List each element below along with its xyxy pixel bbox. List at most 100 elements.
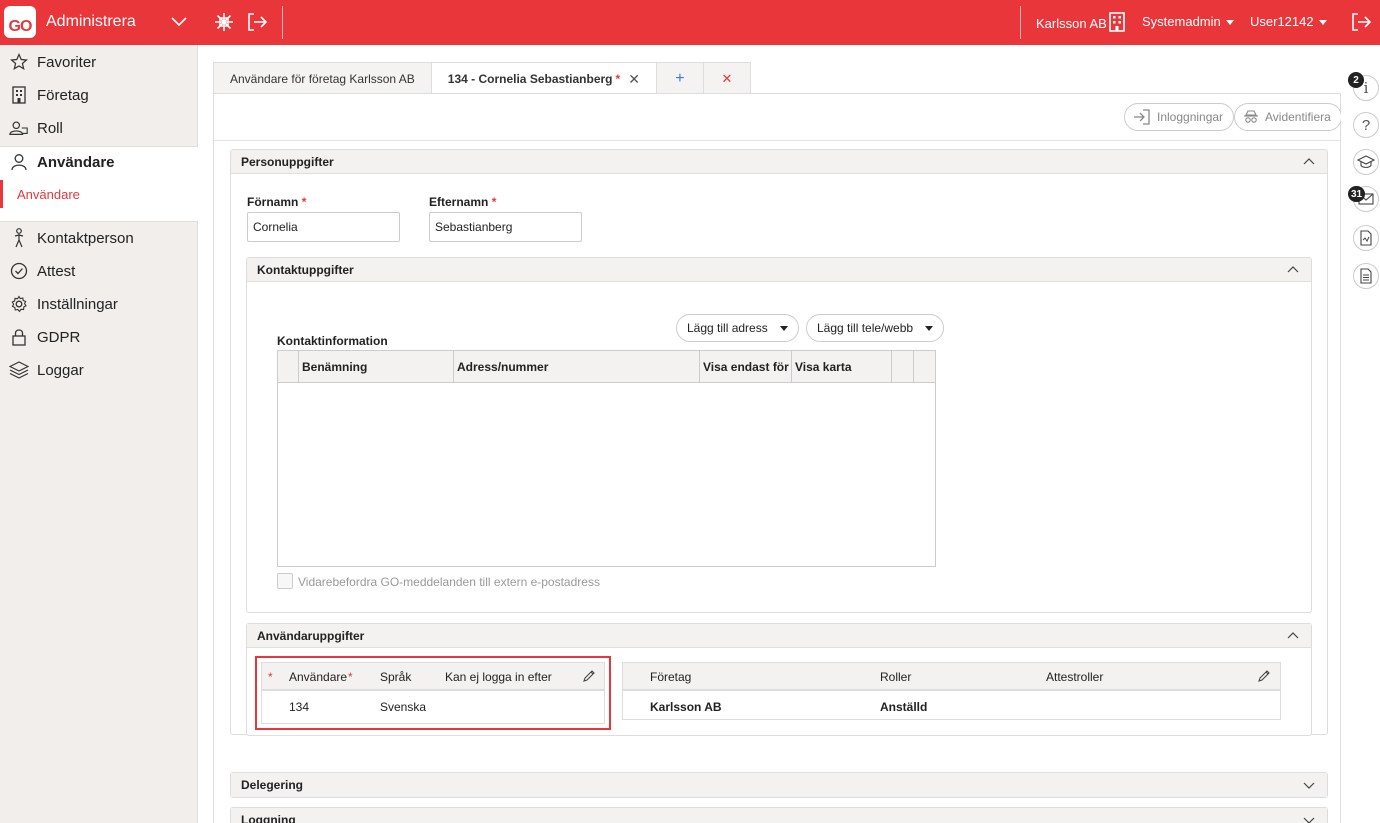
forward-messages-label: Vidarebefordra GO-meddelanden till exter…	[298, 575, 600, 589]
sidebar-item-installningar[interactable]: Inställningar	[0, 289, 198, 319]
app-title[interactable]: Administrera	[46, 13, 136, 31]
logout-icon[interactable]	[1350, 12, 1372, 32]
snowflake-icon[interactable]	[214, 12, 234, 32]
anonymize-label: Avidentifiera	[1265, 110, 1331, 124]
pencil-icon[interactable]	[582, 669, 596, 683]
add-phone-label: Lägg till tele/webb	[817, 321, 914, 335]
user-id-cell: 134	[289, 700, 310, 714]
building-icon[interactable]	[1108, 12, 1126, 32]
sidebar-item-anvandare[interactable]: Användare	[0, 147, 198, 177]
sidebar-item-attest[interactable]: Attest	[0, 256, 198, 286]
section-header-user-details[interactable]: Användaruppgifter	[247, 624, 1311, 648]
section-delegation[interactable]: Delegering	[230, 772, 1328, 798]
column-header[interactable]: Företag	[650, 670, 691, 684]
sidebar-item-label: Roll	[37, 119, 63, 137]
person-icon	[9, 228, 29, 248]
messages-badge: 31	[1348, 186, 1366, 202]
sidebar-item-gdpr[interactable]: GDPR	[0, 322, 198, 352]
caret-down-icon	[1225, 20, 1234, 26]
user-label: User12142	[1250, 14, 1314, 29]
tab-label: 134 - Cornelia Sebastianberg	[447, 72, 613, 86]
add-phone-button[interactable]: Lägg till tele/webb	[806, 314, 945, 342]
logins-button[interactable]: Inloggningar	[1124, 103, 1235, 131]
column-header[interactable]: Språk	[380, 670, 411, 684]
sign-out-icon[interactable]	[246, 12, 268, 32]
section-title: Delegering	[241, 778, 304, 792]
tab-user-detail[interactable]: 134 - Cornelia Sebastianberg * ✕	[430, 62, 657, 95]
section-header-personal[interactable]: Personuppgifter	[231, 150, 1327, 174]
chevron-down-icon[interactable]	[1303, 814, 1315, 823]
close-tab-icon[interactable]: ✕	[628, 71, 640, 88]
label-text: Efternamn	[429, 195, 489, 209]
sidebar-item-loggar[interactable]: Loggar	[0, 355, 198, 385]
close-all-tabs-button[interactable]: ✕	[702, 62, 751, 94]
user-table: * Användare * Språk Kan ej logga in efte…	[261, 662, 605, 724]
question-icon: ?	[1361, 116, 1371, 134]
lastname-label: Efternamn *	[429, 195, 496, 209]
info-badge: 2	[1348, 72, 1364, 88]
column-header[interactable]: Attestroller	[1046, 670, 1103, 684]
lastname-field[interactable]: Sebastianberg	[429, 212, 582, 242]
sidebar-item-label: Favoriter	[37, 53, 97, 71]
caret-down-icon	[925, 325, 934, 331]
spy-icon	[1244, 110, 1258, 123]
add-address-button[interactable]: Lägg till adress	[676, 314, 799, 342]
section-header-delegation[interactable]: Delegering	[231, 773, 1327, 797]
pencil-icon[interactable]	[1257, 669, 1271, 683]
required-mark: *	[615, 72, 621, 86]
chevron-down-icon[interactable]	[170, 12, 188, 30]
sidebar-item-roll[interactable]: Roll	[0, 113, 198, 143]
sidebar-subitem-anvandare[interactable]: Användare	[0, 180, 198, 208]
required-mark: *	[301, 195, 307, 209]
table-row[interactable]: Karlsson AB Anställd	[623, 693, 1280, 719]
tab-users-company[interactable]: Användare för företag Karlsson AB	[213, 62, 432, 94]
sidebar-item-kontaktperson[interactable]: Kontaktperson	[0, 223, 198, 253]
contact-info-label: Kontaktinformation	[277, 334, 388, 348]
column-header[interactable]: Visa endast för ...	[699, 351, 791, 383]
chevron-up-icon[interactable]	[1303, 156, 1315, 168]
add-tab-button[interactable]: +	[655, 62, 704, 94]
role-dropdown[interactable]: Systemadmin	[1142, 14, 1234, 29]
column-header[interactable]: Adress/nummer	[453, 351, 699, 383]
column-header[interactable]: Kan ej logga in efter	[445, 670, 552, 684]
info-icon: i	[1363, 79, 1369, 97]
documents-button[interactable]	[1353, 263, 1379, 289]
anonymize-button[interactable]: Avidentifiera	[1234, 103, 1342, 131]
go-logo[interactable]: GO	[4, 6, 36, 38]
signed-docs-button[interactable]	[1353, 225, 1379, 251]
academy-button[interactable]	[1353, 149, 1379, 175]
forward-messages-checkbox[interactable]	[277, 573, 293, 589]
chevron-up-icon[interactable]	[1287, 630, 1299, 642]
column-header-empty	[913, 351, 935, 383]
user-dropdown[interactable]: User12142	[1250, 14, 1327, 29]
column-header[interactable]: Användare	[289, 670, 347, 684]
firstname-field[interactable]: Cornelia	[247, 212, 400, 242]
column-header[interactable]: Benämning	[298, 351, 453, 383]
close-icon: ✕	[721, 70, 733, 86]
main-panel: Inloggningar Avidentifiera Personuppgift…	[213, 93, 1342, 823]
section-header-contact[interactable]: Kontaktuppgifter	[247, 258, 1311, 282]
section-logging[interactable]: Loggning	[230, 807, 1328, 823]
sidebar-item-foretag[interactable]: Företag	[0, 80, 198, 110]
lock-icon	[9, 327, 29, 347]
user-table-header: * Användare * Språk Kan ej logga in efte…	[262, 663, 604, 691]
sidebar-item-favoriter[interactable]: Favoriter	[0, 47, 198, 77]
logins-label: Inloggningar	[1157, 110, 1224, 124]
role-label: Systemadmin	[1142, 14, 1221, 29]
table-row[interactable]: 134 Svenska	[262, 693, 604, 721]
column-header-empty	[891, 351, 913, 383]
sign-in-icon	[1134, 109, 1150, 125]
chevron-down-icon[interactable]	[1303, 779, 1315, 791]
section-title: Personuppgifter	[241, 154, 334, 169]
column-header[interactable]: Roller	[880, 670, 911, 684]
help-button[interactable]: ?	[1353, 112, 1379, 138]
tab-label: Användare för företag Karlsson AB	[230, 71, 415, 86]
company-name[interactable]: Karlsson AB	[1036, 16, 1107, 31]
section-header-logging[interactable]: Loggning	[231, 808, 1327, 823]
plus-icon: +	[675, 69, 685, 87]
chevron-up-icon[interactable]	[1287, 264, 1299, 276]
column-header[interactable]: Visa karta	[791, 351, 891, 383]
top-bar: GO Administrera Karlsson AB Systemadmin …	[0, 0, 1380, 45]
sidebar: Favoriter Företag Roll Användare Använda…	[0, 45, 198, 823]
label-text: Förnamn	[247, 195, 299, 209]
